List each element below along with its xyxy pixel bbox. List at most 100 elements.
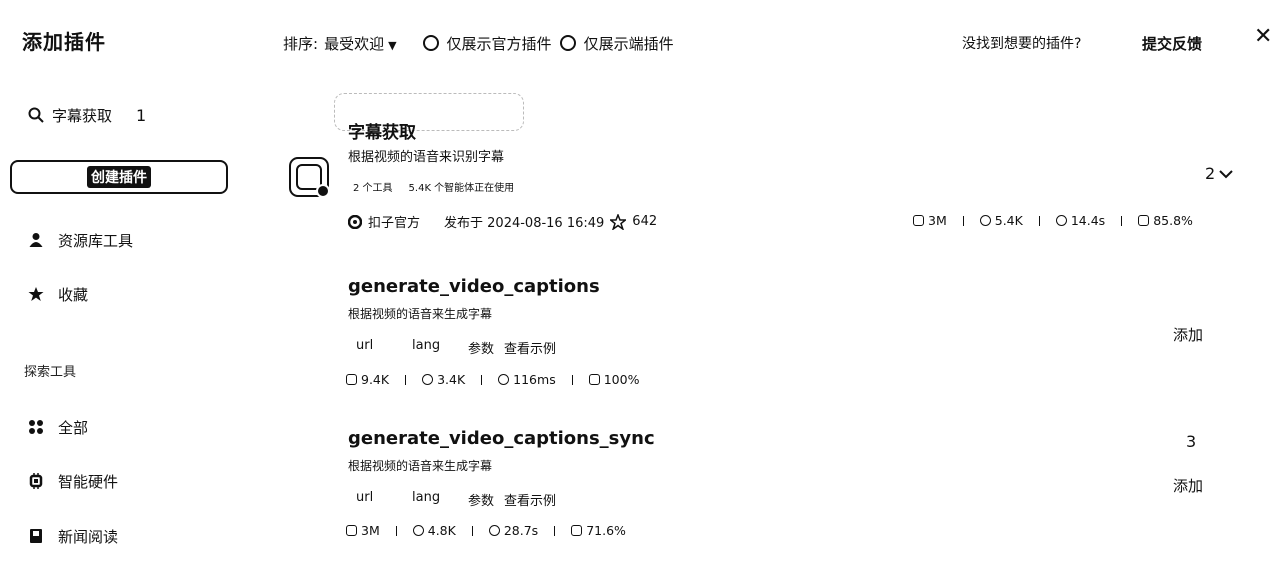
stat-value: 9.4K [361,372,390,387]
add-tool-button[interactable]: 添加 [1173,475,1203,496]
param-tag: lang [412,490,441,505]
caret-down-icon: ▼ [388,38,397,52]
create-plugin-button[interactable]: 创建插件 [10,160,228,194]
stat-value: 14.4s [1070,213,1106,228]
publish-date: 发布于 2024-08-16 16:49 [444,216,605,231]
search-icon [28,107,44,123]
tool-stats: 9.4K 3.4K 116ms 100% [346,372,639,387]
not-found-text: 没找到想要的插件? [962,36,1082,52]
stat-value: 3M [928,213,947,228]
agents-using: 5.4K 个智能体正在使用 [408,183,515,194]
param-label: 参数 [468,494,495,509]
view-example-link[interactable]: 查看示例 [504,338,556,357]
filter-official-label: 仅展示官方插件 [446,34,552,53]
stat-calls: 3M [346,523,380,538]
radio-circle-icon [422,35,439,51]
create-plugin-label: 创建插件 [87,166,151,188]
plugin-description: 根据视频的语音来识别字幕 [348,150,505,165]
stat-bots: 4.8K [412,523,456,538]
clock-icon [488,525,500,536]
sort-label: 排序: [283,34,319,53]
clock-icon [1055,215,1067,226]
feedback-button[interactable]: 提交反馈 [1142,33,1202,54]
add-tool-button[interactable]: 添加 [1173,324,1203,345]
stat-value: 4.8K [427,523,456,538]
annotation-number: 1 [136,105,147,125]
tool-stats: 3M 4.8K 28.7s 71.6% [346,523,626,538]
expand-label: 2 [1205,164,1216,183]
toolbar: 排序: 最受欢迎 ▼ 仅展示官方插件 仅展示端插件 [283,32,674,54]
stat-latency: 14.4s [1055,213,1106,228]
stat-latency: 28.7s [488,523,539,538]
expand-toggle[interactable]: 2 [1205,164,1233,183]
sidebar-item-favorites[interactable]: 收藏 [28,282,88,306]
param-tag: url [356,490,374,505]
view-example-link[interactable]: 查看示例 [504,490,556,509]
divider [1038,215,1040,226]
sidebar-item-news-reading[interactable]: 新闻阅读 [28,524,118,548]
plugin-meta: 扣子官方 发布于 2024-08-16 16:49 642 [348,212,657,231]
sidebar-item-label: 智能硬件 [58,472,119,491]
tool-params: url lang 参数 查看示例 [356,490,556,509]
publisher: 扣子官方 [368,216,421,231]
filter-client-label: 仅展示端插件 [583,34,674,53]
tool-params: url lang 参数 查看示例 [356,338,556,357]
book-icon [30,529,42,543]
sidebar-item-label: 新闻阅读 [58,527,119,546]
divider [405,374,407,385]
star-icon [28,287,44,301]
stat-value: 3M [361,523,380,538]
tool-name: generate_video_captions_sync [348,428,655,449]
param-tag: url [356,338,374,353]
stat-success: 71.6% [571,523,626,538]
search-input[interactable]: 字幕获取 1 [28,103,258,127]
stat-calls: 3M [913,213,947,228]
logo-inner [296,164,330,198]
stat-value: 116ms [513,372,556,387]
stat-calls: 9.4K [346,372,389,387]
official-badge-icon [348,214,362,229]
sidebar-item-library-tools[interactable]: 资源库工具 [28,228,133,252]
success-rate-icon [1138,215,1150,226]
stat-value: 5.4K [994,213,1023,228]
param-tag: lang [412,338,441,353]
clock-icon [498,374,510,385]
divider [481,374,483,385]
stat-success: 85.8% [1138,213,1193,228]
sidebar-item-label: 资源库工具 [58,231,134,250]
tool-description: 根据视频的语音来生成字幕 [348,307,493,321]
page-title: 添加插件 [22,30,106,54]
chevron-down-icon [1219,169,1233,178]
filter-client-radio[interactable]: 仅展示端插件 [559,33,674,54]
divider [554,525,556,536]
plugin-name: 字幕获取 [348,123,416,143]
person-icon [29,233,43,247]
stat-bots: 3.4K [422,372,465,387]
stat-value: 100% [603,372,640,387]
star-outline-icon[interactable] [610,213,627,230]
plugin-tags: 2 个工具 5.4K 个智能体正在使用 [353,179,514,194]
stat-value: 28.7s [503,523,539,538]
stat-bots: 5.4K [979,213,1023,228]
close-icon[interactable]: ✕ [1254,24,1272,49]
filter-official-radio[interactable]: 仅展示官方插件 [422,33,552,54]
stat-latency: 116ms [498,372,556,387]
radio-circle-icon [559,35,576,51]
stat-value: 3.4K [437,372,466,387]
tools-count: 2 个工具 [353,183,393,194]
sidebar-item-all[interactable]: 全部 [28,415,88,439]
star-count: 642 [632,214,658,229]
bot-icon [422,374,434,385]
divider [1121,215,1123,226]
success-rate-icon [588,374,600,385]
sidebar-item-smart-hardware[interactable]: 智能硬件 [28,469,118,493]
divider [395,525,397,536]
divider [471,525,473,536]
sort-dropdown[interactable]: 最受欢迎 ▼ [324,33,396,54]
tool-name: generate_video_captions [348,276,600,297]
sort-value: 最受欢迎 [324,34,385,53]
divider [962,215,964,226]
bot-icon [412,525,424,536]
success-rate-icon [571,525,583,536]
explore-section-label: 探索工具 [24,365,77,380]
